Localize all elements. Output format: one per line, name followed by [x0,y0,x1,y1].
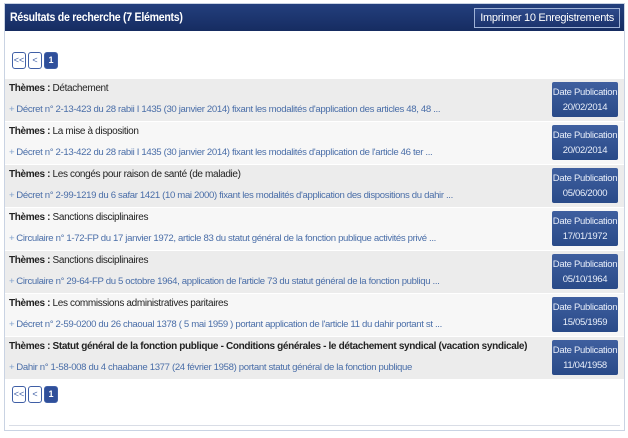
first-page-button[interactable]: << [12,51,26,69]
result-row: Thèmes : Les commissions administratives… [5,294,624,337]
prev-page-button[interactable]: < [28,386,42,403]
plus-icon: + [9,276,15,287]
pagination-top: << < 1 [12,49,624,71]
result-link[interactable]: + Dahir n° 1-58-008 du 4 chaabane 1377 (2… [9,362,412,373]
theme-value: La mise à disposition [52,126,139,137]
publication-date: 11/04/1958 [563,360,607,371]
first-page-button[interactable]: << [12,386,26,403]
publication-date: 20/02/2014 [562,102,608,113]
result-link[interactable]: + Circulaire n° 29-64-FP du 5 octobre 196… [9,276,440,287]
result-link[interactable]: + Décret n° 2-13-422 du 28 rabii I 1435 (… [9,147,433,158]
theme-value: Statut général de la fonction publique -… [52,341,528,352]
result-link[interactable]: + Décret n° 2-59-0200 du 26 chaoual 1378 … [9,319,442,330]
result-row: Thèmes : Détachement + Décret n° 2-13-423… [5,79,624,122]
footer-divider [9,425,620,426]
theme-label: Thèmes : [9,298,51,309]
theme-value: Les commissions administratives paritair… [52,298,229,309]
plus-icon: + [9,362,15,373]
plus-icon: + [9,104,15,115]
publication-date-badge: Date Publication 05/10/1964 [552,254,618,289]
publication-date: 20/02/2014 [562,145,608,156]
publication-date: 15/05/1959 [562,317,608,328]
result-row: Thèmes : Sanctions disciplinaires + Circu… [5,208,624,251]
result-row: Thèmes : La mise à disposition + Décret n… [5,122,624,165]
result-row: Thèmes : Sanctions disciplinaires + Circu… [5,251,624,294]
publication-date-badge: Date Publication 15/05/1959 [552,297,618,332]
publication-date: 05/10/1964 [562,274,608,285]
result-link[interactable]: + Décret n° 2-99-1219 du 6 safar 1421 (10… [9,190,453,201]
theme-value: Sanctions disciplinaires [52,212,149,223]
plus-icon: + [9,319,15,330]
publication-date-badge: Date Publication 20/02/2014 [552,125,618,160]
page-1-button[interactable]: 1 [44,51,58,69]
result-row: Thèmes : Statut général de la fonction p… [5,337,624,380]
publication-date-badge: Date Publication 20/02/2014 [552,82,618,117]
page-1-button[interactable]: 1 [44,386,58,403]
publication-date-badge: Date Publication 05/06/2000 [552,168,618,203]
publication-date-badge: Date Publication 17/01/1972 [552,211,618,246]
result-link[interactable]: + Circulaire n° 1-72-FP du 17 janvier 197… [9,233,436,244]
theme-value: Détachement [52,83,109,94]
results-title: Résultats de recherche (7 Eléments) [10,11,183,24]
pagination-bottom: << < 1 [12,386,624,403]
results-list: Thèmes : Détachement + Décret n° 2-13-423… [5,79,624,380]
theme-value: Sanctions disciplinaires [52,255,149,266]
theme-label: Thèmes : [9,341,51,352]
theme-label: Thèmes : [9,212,51,223]
publication-date-badge: Date Publication 11/04/1958 [552,340,618,375]
publication-date: 17/01/1972 [562,231,608,242]
print-records-button[interactable]: Imprimer 10 Enregistrements [474,7,620,28]
theme-value: Les congés pour raison de santé (de mala… [52,169,241,180]
results-header: Résultats de recherche (7 Eléments) Impr… [5,4,624,31]
plus-icon: + [9,147,15,158]
theme-label: Thèmes : [9,83,51,94]
theme-label: Thèmes : [9,126,51,137]
theme-label: Thèmes : [9,169,51,180]
result-row: Thèmes : Les congés pour raison de santé… [5,165,624,208]
theme-label: Thèmes : [9,255,51,266]
plus-icon: + [9,190,15,201]
results-panel: Résultats de recherche (7 Eléments) Impr… [4,3,625,431]
plus-icon: + [9,233,15,244]
prev-page-button[interactable]: < [28,51,42,69]
publication-date: 05/06/2000 [562,188,608,199]
result-link[interactable]: + Décret n° 2-13-423 du 28 rabii I 1435 (… [9,104,440,115]
